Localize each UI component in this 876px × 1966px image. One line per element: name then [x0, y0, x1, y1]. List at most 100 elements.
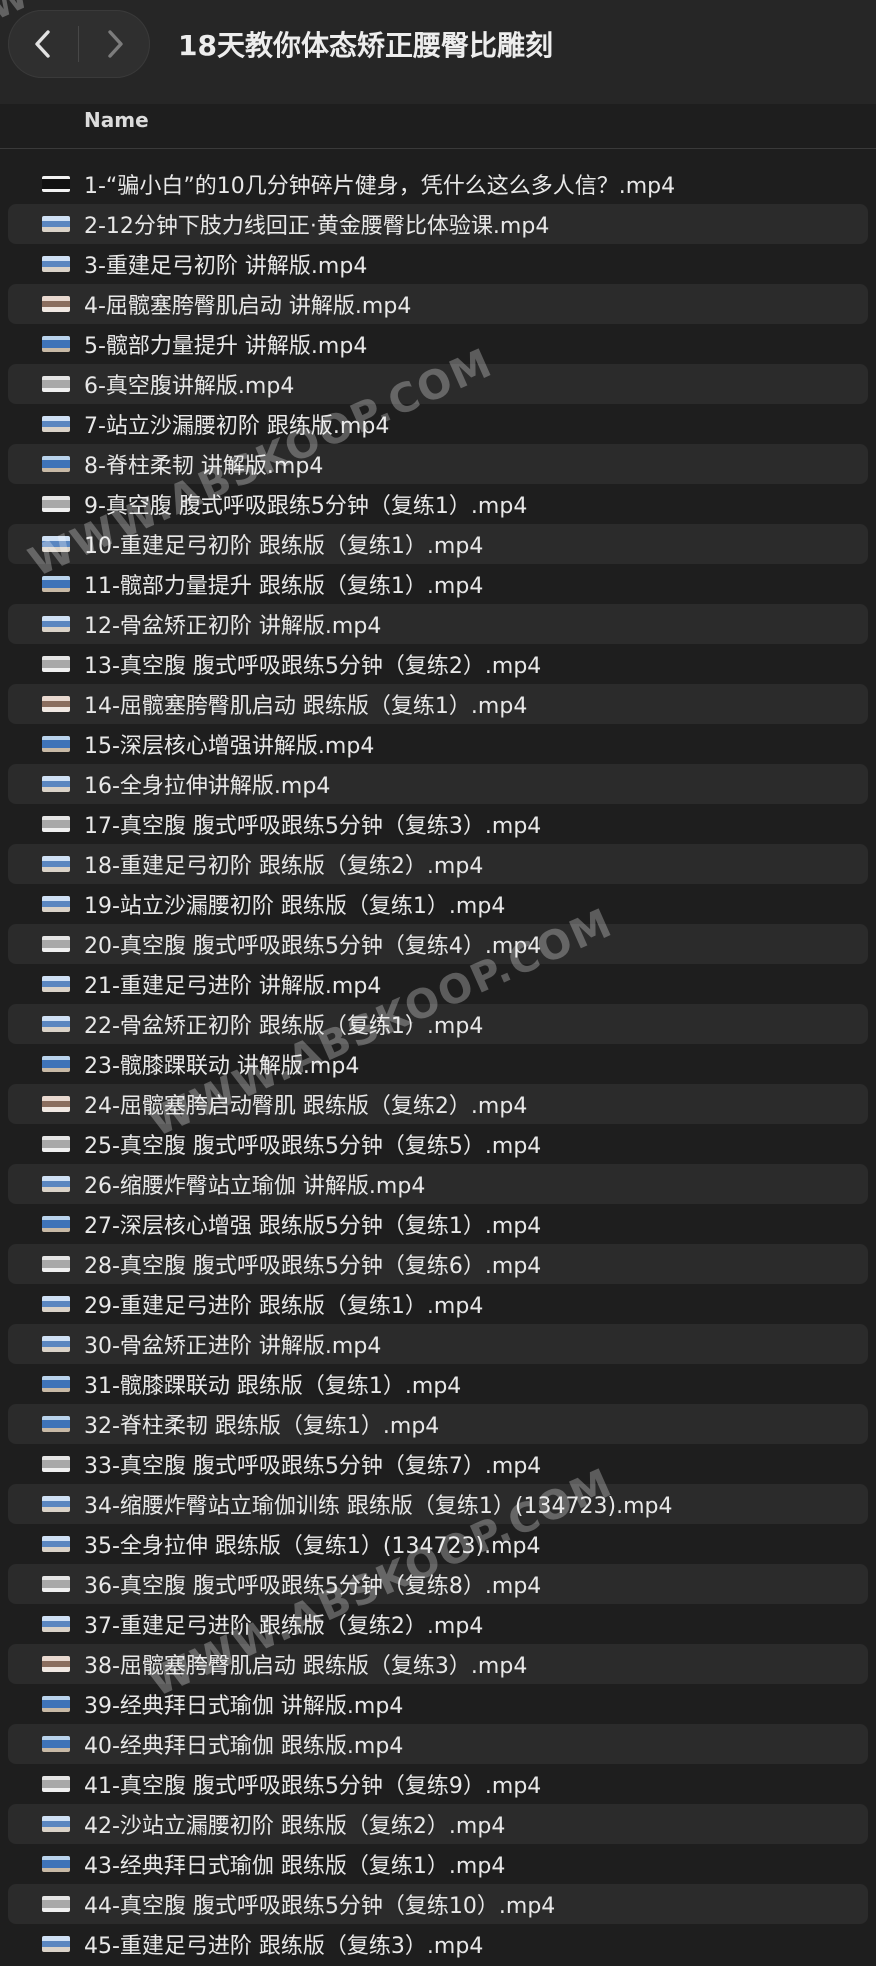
file-name: 28-真空腹 腹式呼吸跟练5分钟（复练6）.mp4 [84, 1254, 542, 1279]
list-item[interactable]: 31-髋膝踝联动 跟练版（复练1）.mp4 [8, 1364, 868, 1404]
file-name: 42-沙站立漏腰初阶 跟练版（复练2）.mp4 [84, 1814, 506, 1839]
list-item[interactable]: 24-屈髋塞胯启动臀肌 跟练版（复练2）.mp4 [8, 1084, 868, 1124]
file-name: 30-骨盆矫正进阶 讲解版.mp4 [84, 1334, 382, 1359]
list-item[interactable]: 41-真空腹 腹式呼吸跟练5分钟（复练9）.mp4 [8, 1764, 868, 1804]
list-item[interactable]: 1-“骗小白”的10几分钟碎片健身，凭什么这么多人信？.mp4 [8, 164, 868, 204]
chevron-right-icon [108, 30, 123, 58]
file-name: 17-真空腹 腹式呼吸跟练5分钟（复练3）.mp4 [84, 814, 542, 839]
list-item[interactable]: 23-髋膝踝联动 讲解版.mp4 [8, 1044, 868, 1084]
file-name: 16-全身拉伸讲解版.mp4 [84, 774, 331, 799]
list-item[interactable]: 25-真空腹 腹式呼吸跟练5分钟（复练5）.mp4 [8, 1124, 868, 1164]
list-item[interactable]: 7-站立沙漏腰初阶 跟练版.mp4 [8, 404, 868, 444]
file-name: 19-站立沙漏腰初阶 跟练版（复练1）.mp4 [84, 894, 506, 919]
video-thumbnail-icon [42, 1616, 70, 1632]
video-thumbnail-icon [42, 1776, 70, 1792]
video-thumbnail-icon [42, 176, 70, 192]
list-item[interactable]: 14-屈髋塞胯臀肌启动 跟练版（复练1）.mp4 [8, 684, 868, 724]
video-thumbnail-icon [42, 696, 70, 712]
list-item[interactable]: 4-屈髋塞胯臀肌启动 讲解版.mp4 [8, 284, 868, 324]
list-item[interactable]: 38-屈髋塞胯臀肌启动 跟练版（复练3）.mp4 [8, 1644, 868, 1684]
list-item[interactable]: 40-经典拜日式瑜伽 跟练版.mp4 [8, 1724, 868, 1764]
list-item[interactable]: 2-12分钟下肢力线回正·黄金腰臀比体验课.mp4 [8, 204, 868, 244]
list-item[interactable]: 20-真空腹 腹式呼吸跟练5分钟（复练4）.mp4 [8, 924, 868, 964]
list-item[interactable]: 16-全身拉伸讲解版.mp4 [8, 764, 868, 804]
list-item[interactable]: 26-缩腰炸臀站立瑜伽 讲解版.mp4 [8, 1164, 868, 1204]
list-item[interactable]: 39-经典拜日式瑜伽 讲解版.mp4 [8, 1684, 868, 1724]
list-item[interactable]: 8-脊柱柔韧 讲解版.mp4 [8, 444, 868, 484]
video-thumbnail-icon [42, 1896, 70, 1912]
list-item[interactable]: 13-真空腹 腹式呼吸跟练5分钟（复练2）.mp4 [8, 644, 868, 684]
list-item[interactable]: 11-髋部力量提升 跟练版（复练1）.mp4 [8, 564, 868, 604]
list-item[interactable]: 43-经典拜日式瑜伽 跟练版（复练1）.mp4 [8, 1844, 868, 1884]
file-name: 18-重建足弓初阶 跟练版（复练2）.mp4 [84, 854, 484, 879]
list-item[interactable]: 19-站立沙漏腰初阶 跟练版（复练1）.mp4 [8, 884, 868, 924]
video-thumbnail-icon [42, 296, 70, 312]
file-name: 15-深层核心增强讲解版.mp4 [84, 734, 375, 759]
file-name: 14-屈髋塞胯臀肌启动 跟练版（复练1）.mp4 [84, 694, 528, 719]
video-thumbnail-icon [42, 1096, 70, 1112]
navigation-buttons [8, 10, 150, 78]
file-name: 45-重建足弓进阶 跟练版（复练3）.mp4 [84, 1934, 484, 1959]
video-thumbnail-icon [42, 1536, 70, 1552]
list-item[interactable]: 33-真空腹 腹式呼吸跟练5分钟（复练7）.mp4 [8, 1444, 868, 1484]
list-item[interactable]: 34-缩腰炸臀站立瑜伽训练 跟练版（复练1）(134723).mp4 [8, 1484, 868, 1524]
video-thumbnail-icon [42, 376, 70, 392]
video-thumbnail-icon [42, 216, 70, 232]
video-thumbnail-icon [42, 1576, 70, 1592]
video-thumbnail-icon [42, 496, 70, 512]
list-item[interactable]: 30-骨盆矫正进阶 讲解版.mp4 [8, 1324, 868, 1364]
video-thumbnail-icon [42, 616, 70, 632]
video-thumbnail-icon [42, 976, 70, 992]
video-thumbnail-icon [42, 1376, 70, 1392]
list-item[interactable]: 32-脊柱柔韧 跟练版（复练1）.mp4 [8, 1404, 868, 1444]
forward-button[interactable] [80, 10, 150, 78]
file-name: 5-髋部力量提升 讲解版.mp4 [84, 334, 368, 359]
list-item[interactable]: 17-真空腹 腹式呼吸跟练5分钟（复练3）.mp4 [8, 804, 868, 844]
video-thumbnail-icon [42, 1136, 70, 1152]
file-name: 21-重建足弓进阶 讲解版.mp4 [84, 974, 382, 999]
file-name: 43-经典拜日式瑜伽 跟练版（复练1）.mp4 [84, 1854, 506, 1879]
list-item[interactable]: 18-重建足弓初阶 跟练版（复练2）.mp4 [8, 844, 868, 884]
video-thumbnail-icon [42, 1336, 70, 1352]
list-item[interactable]: 42-沙站立漏腰初阶 跟练版（复练2）.mp4 [8, 1804, 868, 1844]
list-item[interactable]: 37-重建足弓进阶 跟练版（复练2）.mp4 [8, 1604, 868, 1644]
list-item[interactable]: 28-真空腹 腹式呼吸跟练5分钟（复练6）.mp4 [8, 1244, 868, 1284]
video-thumbnail-icon [42, 896, 70, 912]
file-name: 25-真空腹 腹式呼吸跟练5分钟（复练5）.mp4 [84, 1134, 542, 1159]
file-name: 27-深层核心增强 跟练版5分钟（复练1）.mp4 [84, 1214, 542, 1239]
video-thumbnail-icon [42, 856, 70, 872]
file-name: 20-真空腹 腹式呼吸跟练5分钟（复练4）.mp4 [84, 934, 542, 959]
window-title: 18天教你体态矫正腰臀比雕刻 [178, 29, 553, 62]
column-header-name[interactable]: Name [84, 108, 149, 132]
video-thumbnail-icon [42, 1816, 70, 1832]
list-item[interactable]: 3-重建足弓初阶 讲解版.mp4 [8, 244, 868, 284]
video-thumbnail-icon [42, 776, 70, 792]
list-item[interactable]: 12-骨盆矫正初阶 讲解版.mp4 [8, 604, 868, 644]
video-thumbnail-icon [42, 1176, 70, 1192]
back-button[interactable] [8, 10, 78, 78]
list-item[interactable]: 27-深层核心增强 跟练版5分钟（复练1）.mp4 [8, 1204, 868, 1244]
file-name: 2-12分钟下肢力线回正·黄金腰臀比体验课.mp4 [84, 214, 550, 239]
video-thumbnail-icon [42, 1696, 70, 1712]
list-item[interactable]: 29-重建足弓进阶 跟练版（复练1）.mp4 [8, 1284, 868, 1324]
file-name: 4-屈髋塞胯臀肌启动 讲解版.mp4 [84, 294, 412, 319]
video-thumbnail-icon [42, 1416, 70, 1432]
file-name: 29-重建足弓进阶 跟练版（复练1）.mp4 [84, 1294, 484, 1319]
video-thumbnail-icon [42, 256, 70, 272]
file-name: 41-真空腹 腹式呼吸跟练5分钟（复练9）.mp4 [84, 1774, 542, 1799]
file-name: 32-脊柱柔韧 跟练版（复练1）.mp4 [84, 1414, 440, 1439]
list-item[interactable]: 15-深层核心增强讲解版.mp4 [8, 724, 868, 764]
nav-divider [78, 26, 79, 62]
list-item[interactable]: 45-重建足弓进阶 跟练版（复练3）.mp4 [8, 1924, 868, 1964]
chevron-left-icon [35, 30, 50, 58]
video-thumbnail-icon [42, 1296, 70, 1312]
video-thumbnail-icon [42, 1256, 70, 1272]
video-thumbnail-icon [42, 656, 70, 672]
file-name: 33-真空腹 腹式呼吸跟练5分钟（复练7）.mp4 [84, 1454, 542, 1479]
list-item[interactable]: 44-真空腹 腹式呼吸跟练5分钟（复练10）.mp4 [8, 1884, 868, 1924]
file-name: 40-经典拜日式瑜伽 跟练版.mp4 [84, 1734, 404, 1759]
file-name: 1-“骗小白”的10几分钟碎片健身，凭什么这么多人信？.mp4 [84, 174, 676, 199]
file-name: 11-髋部力量提升 跟练版（复练1）.mp4 [84, 574, 484, 599]
video-thumbnail-icon [42, 1016, 70, 1032]
toolbar: 18天教你体态矫正腰臀比雕刻 [0, 0, 876, 104]
